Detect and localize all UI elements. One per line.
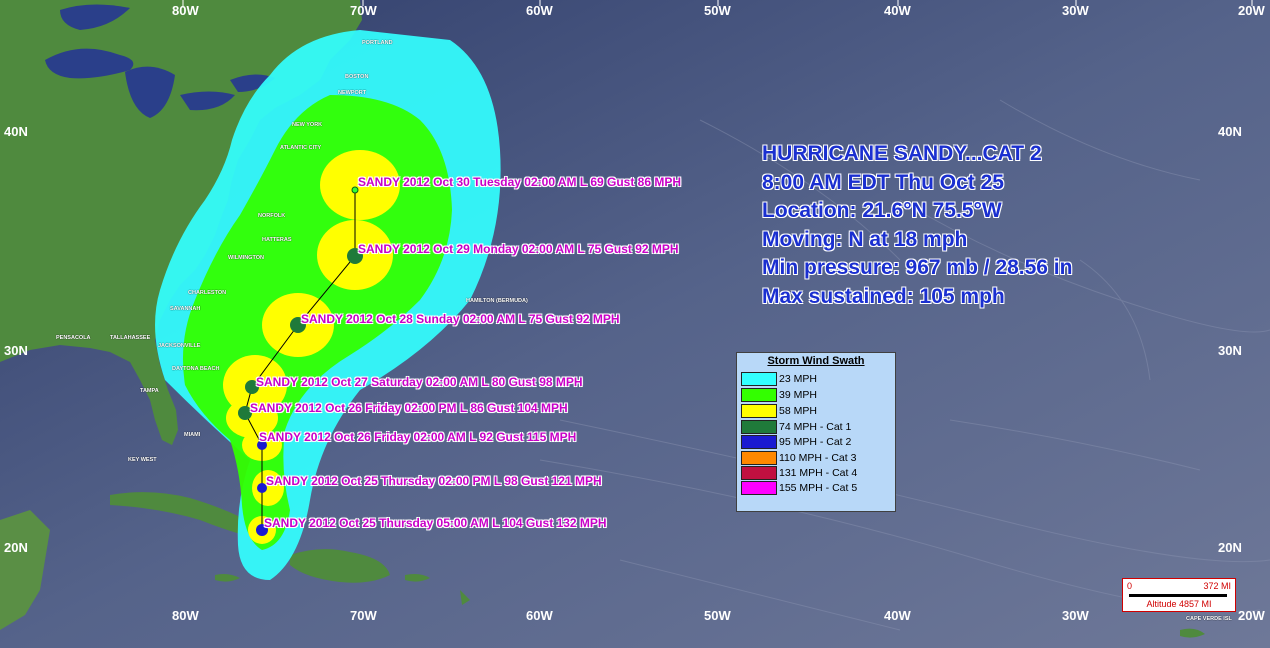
city-label: TALLAHASSEE [110,335,151,341]
hurricane-map: 80W 70W 60W 50W 40W 30W 20W 80W 70W 60W … [0,0,1270,648]
scale-bar-box: 0 372 MI Altitude 4857 MI [1122,578,1236,612]
lon-label-bottom: 20W [1238,608,1265,623]
storm-title: HURRICANE SANDY...CAT 2 [762,142,1042,165]
city-label: NEW YORK [292,122,323,128]
legend-row: 155 MPH - Cat 5 [741,481,857,495]
lon-label-top: 60W [526,3,553,18]
lat-label-left: 20N [4,540,28,555]
city-label: CHARLESTON [188,290,227,296]
city-label: PORTLAND [362,40,393,46]
lon-label-bottom: 60W [526,608,553,623]
legend-label: 39 MPH [779,388,817,401]
storm-moving: Moving: N at 18 mph [762,227,968,251]
lon-label-bottom: 30W [1062,608,1089,623]
scale-end: 372 MI [1203,581,1231,591]
legend-label: 110 MPH - Cat 3 [779,451,857,464]
scale-zero: 0 [1127,581,1133,591]
storm-label-oct29: SANDY 2012 Oct 29 Monday 02:00 AM L 75 G… [358,242,679,256]
scale-altitude: Altitude 4857 MI [1146,599,1212,609]
city-label: MIAMI [184,432,201,438]
storm-sustained: Max sustained: 105 mph [762,284,1005,308]
lon-label-bottom: 50W [704,608,731,623]
legend-row: 131 MPH - Cat 4 [741,466,857,480]
city-label: HAMILTON (BERMUDA) [466,298,528,304]
lon-label-top: 80W [172,3,199,18]
legend-row: 23 MPH [741,372,817,386]
legend-label: 74 MPH - Cat 1 [779,420,852,433]
legend-swatch [741,388,777,402]
storm-location: Location: 21.6°N 75.5°W [762,199,1002,222]
storm-label-oct25-pm: SANDY 2012 Oct 25 Thursday 02:00 PM L 98… [266,474,602,488]
legend-swatch [741,451,777,465]
legend-label: 155 MPH - Cat 5 [779,481,858,494]
wind-swath-legend: Storm Wind Swath 23 MPH 39 MPH 58 MPH 74… [736,352,896,512]
legend-label: 58 MPH [779,404,817,417]
storm-time: 8:00 AM EDT Thu Oct 25 [762,170,1004,194]
city-label: TAMPA [140,388,159,394]
city-label: NEWPORT [338,90,367,96]
city-label: ATLANTIC CITY [280,145,322,151]
city-label: WILMINGTON [228,255,264,261]
lon-label-top: 40W [884,3,911,18]
lat-label-left: 40N [4,124,28,139]
legend-label: 95 MPH - Cat 2 [779,435,852,448]
lat-label-left: 30N [4,343,28,358]
storm-label-oct25-am: SANDY 2012 Oct 25 Thursday 05:00 AM L 10… [264,516,607,530]
legend-swatch [741,481,777,495]
lon-label-top: 70W [350,3,377,18]
storm-label-oct26-pm: SANDY 2012 Oct 26 Friday 02:00 PM L 86 G… [250,401,568,415]
lon-label-bottom: 40W [884,608,911,623]
legend-title: Storm Wind Swath [767,355,865,367]
legend-row: 39 MPH [741,388,817,402]
legend-row: 95 MPH - Cat 2 [741,435,851,449]
city-label: SAVANNAH [170,306,201,312]
storm-label-oct30: SANDY 2012 Oct 30 Tuesday 02:00 AM L 69 … [358,175,682,189]
legend-swatch [741,404,777,418]
storm-label-oct28: SANDY 2012 Oct 28 Sunday 02:00 AM L 75 G… [301,312,620,326]
storm-label-oct27: SANDY 2012 Oct 27 Saturday 02:00 AM L 80… [256,375,583,389]
lon-label-top: 30W [1062,3,1089,18]
city-label: NORFOLK [258,213,286,219]
city-label: HATTERAS [262,237,292,243]
legend-swatch [741,435,777,449]
lat-label-right: 30N [1218,343,1242,358]
scale-bar [1129,594,1227,597]
legend-swatch [741,372,777,386]
legend-row: 74 MPH - Cat 1 [741,420,851,434]
city-label: PENSACOLA [56,335,91,341]
city-label: BOSTON [345,74,369,80]
legend-label: 131 MPH - Cat 4 [779,466,858,479]
legend-swatch [741,420,777,434]
city-label: KEY WEST [128,457,157,463]
city-label: JACKSONVILLE [158,343,201,349]
legend-swatch [741,466,777,480]
lon-label-top: 20W [1238,3,1265,18]
lat-label-right: 20N [1218,540,1242,555]
storm-label-oct26-am: SANDY 2012 Oct 26 Friday 02:00 AM L 92 G… [259,430,577,444]
map-canvas [0,0,1270,648]
legend-label: 23 MPH [779,372,817,385]
lon-label-top: 50W [704,3,731,18]
storm-pressure: Min pressure: 967 mb / 28.56 in [762,256,1073,279]
legend-row: 110 MPH - Cat 3 [741,451,856,465]
lon-label-bottom: 80W [172,608,199,623]
city-label: CAPE VERDE ISL [1186,616,1232,622]
lon-label-bottom: 70W [350,608,377,623]
lat-label-right: 40N [1218,124,1242,139]
storm-info-panel: HURRICANE SANDY...CAT 2 8:00 AM EDT Thu … [762,140,1072,311]
city-label: DAYTONA BEACH [172,366,220,372]
legend-row: 58 MPH [741,404,817,418]
